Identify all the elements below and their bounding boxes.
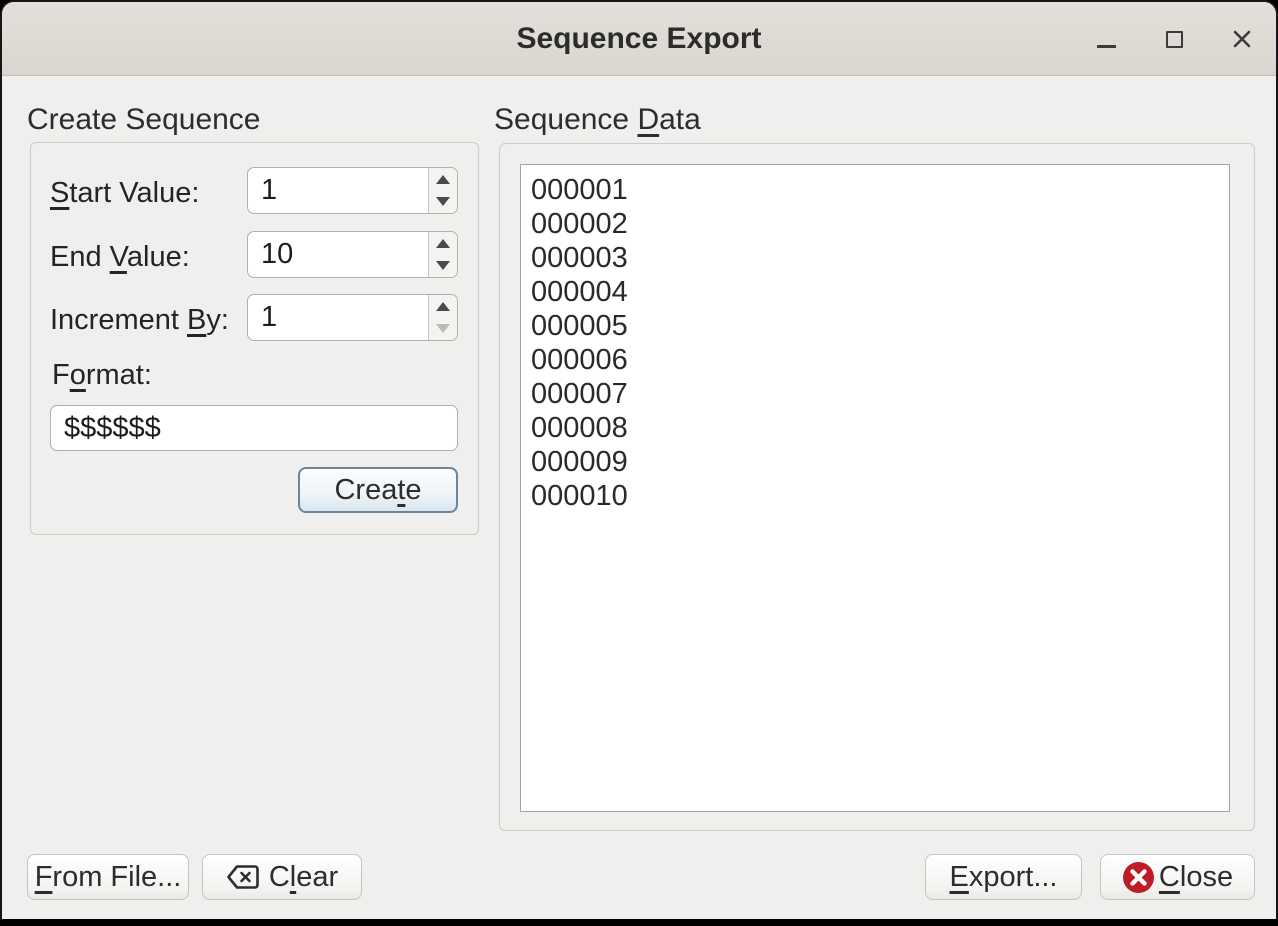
close-icon <box>1231 28 1253 50</box>
arrow-up-icon <box>436 302 450 311</box>
end-spin-down-button[interactable] <box>429 255 457 278</box>
titlebar[interactable]: Sequence Export <box>2 2 1276 76</box>
maximize-button[interactable] <box>1150 2 1198 76</box>
sequence-data-list-content: 000001 000002 000003 000004 000005 00000… <box>521 165 1229 513</box>
backspace-icon <box>226 864 260 890</box>
sequence-data-list[interactable]: 000001 000002 000003 000004 000005 00000… <box>520 164 1230 812</box>
create-button[interactable]: Create <box>298 467 458 513</box>
export-button[interactable]: Export... <box>925 854 1082 900</box>
increment-by-label: Increment By: <box>50 304 229 337</box>
end-value-label: End Value: <box>50 241 190 274</box>
arrow-down-icon <box>436 197 450 206</box>
create-sequence-group-label: Create Sequence <box>27 103 261 137</box>
increment-spin-down-button[interactable] <box>429 318 457 341</box>
close-circle-icon <box>1122 861 1155 894</box>
increment-by-spinner[interactable]: 1 <box>247 294 458 341</box>
start-value-spin-buttons <box>428 168 457 213</box>
start-spin-up-button[interactable] <box>429 168 457 191</box>
start-value-spinner[interactable]: 1 <box>247 167 458 214</box>
format-input[interactable] <box>50 405 458 451</box>
arrow-down-icon <box>436 324 450 333</box>
list-item: 000008 <box>531 411 1229 445</box>
from-file-button[interactable]: From File... <box>27 854 189 900</box>
increment-spin-up-button[interactable] <box>429 295 457 318</box>
list-item: 000005 <box>531 309 1229 343</box>
maximize-icon <box>1166 31 1183 48</box>
start-value-field[interactable]: 1 <box>248 168 428 213</box>
list-item: 000001 <box>531 173 1229 207</box>
increment-spin-buttons <box>428 295 457 340</box>
arrow-up-icon <box>436 175 450 184</box>
list-item: 000004 <box>531 275 1229 309</box>
window-close-button[interactable] <box>1218 2 1266 76</box>
close-button[interactable]: Close <box>1100 854 1255 900</box>
end-value-spin-buttons <box>428 232 457 277</box>
format-label: Format: <box>52 359 152 392</box>
end-value-spinner[interactable]: 10 <box>247 231 458 278</box>
list-item: 000009 <box>531 445 1229 479</box>
list-item: 000002 <box>531 207 1229 241</box>
increment-by-field[interactable]: 1 <box>248 295 428 340</box>
list-item: 000006 <box>531 343 1229 377</box>
end-value-field[interactable]: 10 <box>248 232 428 277</box>
end-spin-up-button[interactable] <box>429 232 457 255</box>
minimize-icon <box>1097 45 1116 48</box>
sequence-export-dialog: Sequence Export Create Sequence Start Va… <box>0 0 1278 919</box>
list-item: 000003 <box>531 241 1229 275</box>
sequence-data-group-label: Sequence Data <box>494 103 701 137</box>
arrow-up-icon <box>436 239 450 248</box>
arrow-down-icon <box>436 261 450 270</box>
list-item: 000010 <box>531 479 1229 513</box>
list-item: 000007 <box>531 377 1229 411</box>
start-spin-down-button[interactable] <box>429 191 457 214</box>
minimize-button[interactable] <box>1082 2 1130 76</box>
clear-button[interactable]: Clear <box>202 854 362 900</box>
start-value-label: Start Value: <box>50 177 199 210</box>
